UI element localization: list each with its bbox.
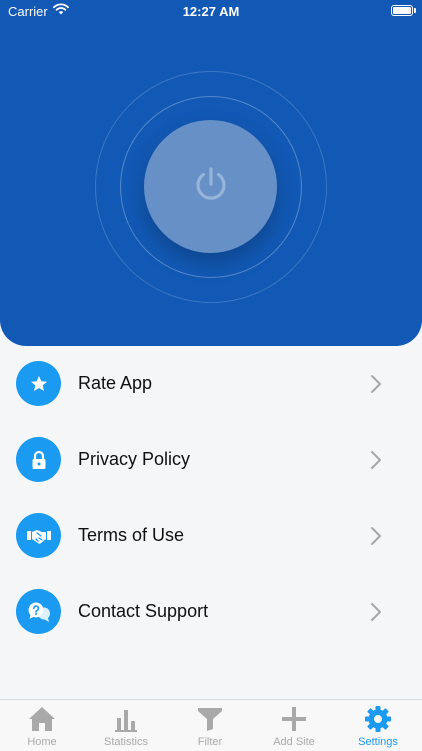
tab-add-site[interactable]: Add Site: [252, 700, 336, 751]
settings-item-label: Contact Support: [78, 601, 209, 621]
settings-item-rate-app[interactable]: Rate App: [0, 346, 422, 422]
plus-icon: [279, 705, 309, 733]
status-bar: Carrier 12:27 AM: [0, 0, 422, 22]
settings-item-label: Terms of Use: [78, 525, 185, 545]
battery-icon: [391, 5, 416, 16]
hero-panel: [0, 0, 422, 346]
tab-statistics[interactable]: Statistics: [84, 700, 168, 751]
settings-item-contact-support[interactable]: Contact Support: [0, 574, 422, 650]
home-icon: [27, 705, 57, 733]
tab-label: Statistics: [103, 736, 148, 748]
bar-chart-icon: [111, 705, 141, 733]
gear-icon: [363, 705, 393, 733]
lock-icon: [16, 437, 61, 482]
tab-label: Settings: [358, 736, 398, 748]
settings-item-label: Rate App: [78, 373, 153, 393]
chat-question-icon: [16, 589, 61, 634]
tab-label: Add Site: [273, 736, 315, 748]
chevron-right-icon: [370, 602, 382, 627]
tab-home[interactable]: Home: [0, 700, 84, 751]
power-button[interactable]: [144, 120, 277, 253]
chevron-right-icon: [370, 450, 382, 475]
settings-item-terms-of-use[interactable]: Terms of Use: [0, 498, 422, 574]
chevron-right-icon: [370, 374, 382, 399]
tab-label: Home: [27, 736, 57, 748]
tab-label: Filter: [197, 736, 223, 748]
status-time: 12:27 AM: [182, 4, 240, 19]
tab-settings[interactable]: Settings: [336, 700, 420, 751]
settings-item-privacy-policy[interactable]: Privacy Policy: [0, 422, 422, 498]
settings-item-label: Privacy Policy: [78, 449, 191, 469]
filter-icon: [195, 705, 225, 733]
tab-bar: Home Statistics Filter Add Site Settings: [0, 699, 422, 751]
tab-filter[interactable]: Filter: [168, 700, 252, 751]
power-icon: [191, 164, 231, 209]
chevron-right-icon: [370, 526, 382, 551]
star-icon: [16, 361, 61, 406]
handshake-icon: [16, 513, 61, 558]
